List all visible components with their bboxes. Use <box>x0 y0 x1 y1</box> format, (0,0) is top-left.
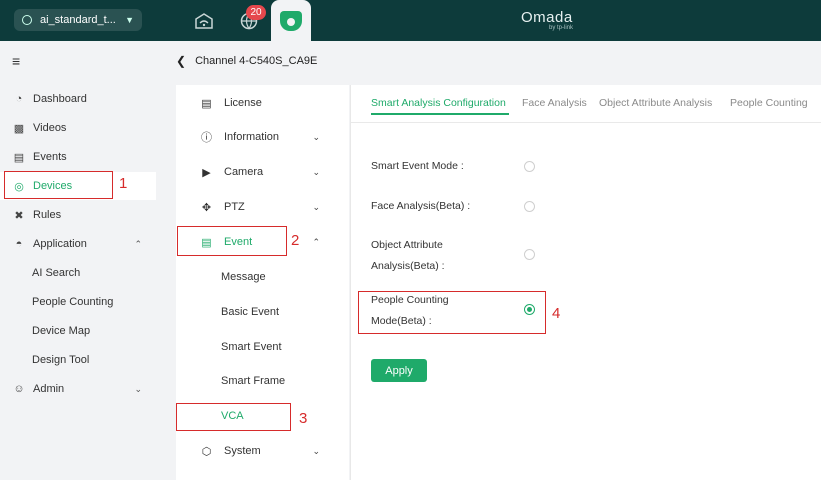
apply-button[interactable]: Apply <box>371 359 427 382</box>
chevron-down-icon: ⌄ <box>312 166 320 177</box>
notification-badge: 20 <box>246 5 266 20</box>
sidebar-item-label: Admin <box>33 383 65 395</box>
tab-people-counting[interactable]: People Counting <box>730 97 808 109</box>
vca-panel: Smart Analysis Configuration Face Analys… <box>350 85 821 480</box>
tab-active-indicator <box>371 113 509 115</box>
rules-icon: ✖ <box>14 209 24 222</box>
annotation-number: 1 <box>119 175 128 192</box>
sidebar-subitem-device-map[interactable]: Device Map <box>32 317 90 345</box>
sidebar-item-events[interactable]: ▤ Events <box>0 143 156 171</box>
sidebar: ≡ ◔ Dashboard ▩ Videos ▤ Events ◎ Device… <box>0 41 156 480</box>
tab-bar: Smart Analysis Configuration Face Analys… <box>351 85 821 123</box>
settings-item-ptz[interactable]: ✥ PTZ ⌄ <box>176 192 349 222</box>
tab-smart-analysis-configuration[interactable]: Smart Analysis Configuration <box>371 97 506 109</box>
top-bar: ai_standard_t... ▼ 20 Omada by tp-link <box>0 0 821 41</box>
settings-item-label: System <box>224 445 261 457</box>
smart-event-mode-label: Smart Event Mode : <box>371 160 464 172</box>
annotation-box-event <box>177 226 287 256</box>
info-icon: ⓘ <box>201 132 212 144</box>
smart-event-mode-radio[interactable] <box>524 161 535 172</box>
settings-item-camera[interactable]: ▶ Camera ⌄ <box>176 157 349 187</box>
settings-item-label: Information <box>224 131 280 143</box>
chevron-down-icon: ⌄ <box>312 131 320 142</box>
sidebar-item-label: Videos <box>33 122 67 134</box>
tab-face-analysis[interactable]: Face Analysis <box>522 97 587 109</box>
system-icon: ⬡ <box>201 445 212 458</box>
annotation-number: 2 <box>291 232 300 249</box>
sidebar-item-application[interactable]: ◓ Application ⌃ <box>0 230 156 258</box>
brand-logo: Omada <box>521 9 573 26</box>
annotation-box-devices <box>4 171 113 199</box>
event-subitem-message[interactable]: Message <box>221 262 266 292</box>
events-icon: ▤ <box>13 151 25 164</box>
settings-item-system[interactable]: ⬡ System ⌄ <box>176 436 349 466</box>
settings-item-label: License <box>224 97 262 109</box>
site-selector[interactable]: ai_standard_t... ▼ <box>14 9 142 31</box>
network-icon[interactable] <box>191 8 217 34</box>
chevron-up-icon: ⌃ <box>134 238 142 249</box>
chevron-down-icon: ⌄ <box>312 445 320 456</box>
sidebar-item-admin[interactable]: ☺ Admin ⌄ <box>0 375 156 403</box>
settings-item-information[interactable]: ⓘ Information ⌄ <box>176 122 349 152</box>
sidebar-subitem-ai-search[interactable]: AI Search <box>32 259 80 287</box>
chevron-down-icon: ⌄ <box>312 201 320 212</box>
event-subitem-smart-frame[interactable]: Smart Frame <box>221 366 285 396</box>
brand-sub: by tp-link <box>549 25 574 31</box>
annotation-number: 4 <box>552 305 561 322</box>
object-attribute-label-line1: Object Attribute <box>371 239 443 251</box>
settings-item-label: Camera <box>224 166 264 178</box>
object-attribute-radio[interactable] <box>524 249 535 260</box>
chevron-down-icon: ⌄ <box>134 383 142 394</box>
sidebar-item-label: Application <box>33 238 87 250</box>
sidebar-item-rules[interactable]: ✖ Rules <box>0 201 156 229</box>
sidebar-item-label: Events <box>33 151 67 163</box>
tab-object-attribute-analysis[interactable]: Object Attribute Analysis <box>599 97 712 109</box>
back-arrow-icon[interactable]: ❮ <box>176 54 186 68</box>
event-subitem-smart-event[interactable]: Smart Event <box>221 332 282 362</box>
site-icon <box>22 15 32 25</box>
breadcrumb: ❮ Channel 4-C540S_CA9E <box>176 54 317 68</box>
chevron-down-icon: ▼ <box>125 15 134 25</box>
annotation-box-vca <box>176 403 291 431</box>
face-analysis-radio[interactable] <box>524 201 535 212</box>
application-icon: ◓ <box>15 238 23 250</box>
chevron-up-icon: ⌃ <box>312 236 320 247</box>
page-title: Channel 4-C540S_CA9E <box>195 55 318 67</box>
sidebar-subitem-design-tool[interactable]: Design Tool <box>32 346 89 374</box>
camera-icon: ▶ <box>202 166 211 179</box>
annotation-number: 3 <box>299 410 308 427</box>
settings-item-license[interactable]: ▤ License <box>176 88 349 118</box>
sidebar-item-label: Dashboard <box>33 93 87 105</box>
sidebar-item-videos[interactable]: ▩ Videos <box>0 114 156 142</box>
dashboard-icon: ◔ <box>15 93 23 105</box>
video-icon: ▩ <box>13 122 25 135</box>
sidebar-item-dashboard[interactable]: ◔ Dashboard <box>0 85 156 113</box>
object-attribute-label-line2: Analysis(Beta) : <box>371 260 445 272</box>
ptz-icon: ✥ <box>201 201 212 214</box>
face-analysis-label: Face Analysis(Beta) : <box>371 200 471 212</box>
license-icon: ▤ <box>201 97 212 110</box>
menu-collapse-icon[interactable]: ≡ <box>12 53 20 69</box>
sidebar-item-label: Rules <box>33 209 62 221</box>
sidebar-subitem-people-counting[interactable]: People Counting <box>32 288 113 316</box>
admin-icon: ☺ <box>13 383 25 395</box>
site-name: ai_standard_t... <box>40 14 116 26</box>
settings-item-label: PTZ <box>224 201 245 213</box>
camera-tab-icon[interactable] <box>271 0 311 41</box>
annotation-box-people-counting <box>358 291 546 334</box>
event-subitem-basic-event[interactable]: Basic Event <box>221 297 279 327</box>
